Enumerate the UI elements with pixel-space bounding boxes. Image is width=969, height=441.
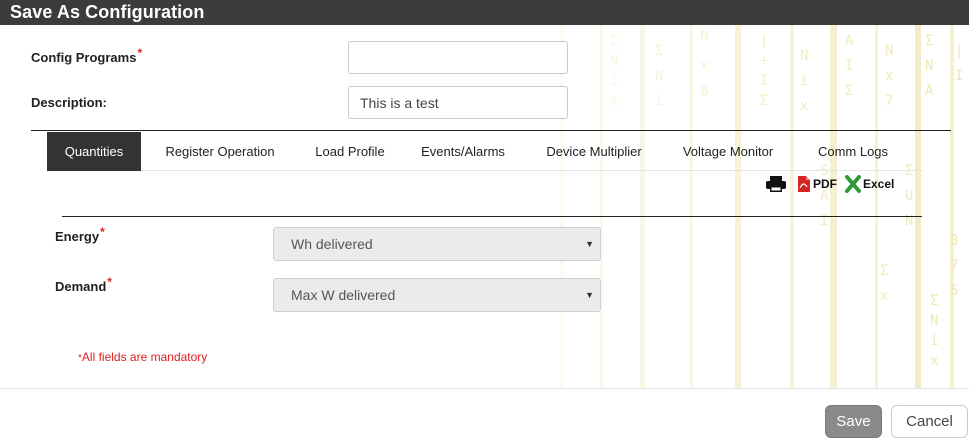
mandatory-note: *All fields are mandatory xyxy=(78,350,207,364)
energy-label-text: Energy xyxy=(55,229,100,244)
mandatory-text: All fields are mandatory xyxy=(81,350,208,364)
footer-divider xyxy=(0,388,969,389)
tab-events-alarms[interactable]: Events/Alarms xyxy=(411,132,515,171)
section-divider xyxy=(31,130,951,131)
description-input[interactable] xyxy=(348,86,568,119)
description-label: Description: xyxy=(31,95,107,110)
excel-icon xyxy=(845,175,861,193)
chevron-down-icon: ▼ xyxy=(585,290,594,300)
energy-selected-value: Wh delivered xyxy=(291,236,373,252)
demand-label-text: Demand xyxy=(55,279,107,294)
pdf-label: PDF xyxy=(813,177,837,191)
tab-quantities[interactable]: Quantities xyxy=(47,132,141,171)
matrix-background-image: ΣNix ΣNi Nx8 |+IΣ Nix AIΣ Nx7 ΣNA |I SAI… xyxy=(0,25,969,388)
excel-label: Excel xyxy=(863,177,895,191)
dialog-titlebar: Save As Configuration xyxy=(0,0,969,25)
required-asterisk: * xyxy=(137,46,143,60)
demand-selected-value: Max W delivered xyxy=(291,287,396,303)
print-button[interactable] xyxy=(765,175,787,193)
tab-load-profile[interactable]: Load Profile xyxy=(303,132,397,171)
config-programs-input[interactable] xyxy=(348,41,568,74)
cancel-button[interactable]: Cancel xyxy=(891,405,968,438)
tab-register-operation[interactable]: Register Operation xyxy=(151,132,289,171)
energy-select[interactable]: Wh delivered ▼ xyxy=(273,227,601,261)
save-button[interactable]: Save xyxy=(825,405,882,438)
config-programs-label-text: Config Programs xyxy=(31,50,137,65)
chevron-down-icon: ▼ xyxy=(585,239,594,249)
tab-bar: Quantities Register Operation Load Profi… xyxy=(47,132,923,171)
excel-export-button[interactable]: Excel xyxy=(845,175,894,193)
demand-label: Demand* xyxy=(55,275,112,294)
quantities-divider xyxy=(62,216,922,217)
config-programs-label: Config Programs* xyxy=(31,46,142,65)
demand-select[interactable]: Max W delivered ▼ xyxy=(273,278,601,312)
dialog-title: Save As Configuration xyxy=(10,2,205,22)
tab-comm-logs[interactable]: Comm Logs xyxy=(809,132,897,171)
pdf-icon xyxy=(798,176,810,192)
tab-voltage-monitor[interactable]: Voltage Monitor xyxy=(671,132,785,171)
required-asterisk: * xyxy=(100,225,105,239)
printer-icon xyxy=(766,176,786,192)
pdf-export-button[interactable]: PDF xyxy=(797,175,837,193)
tab-device-multiplier[interactable]: Device Multiplier xyxy=(531,132,657,171)
energy-label: Energy* xyxy=(55,225,105,244)
required-asterisk: * xyxy=(107,275,112,289)
